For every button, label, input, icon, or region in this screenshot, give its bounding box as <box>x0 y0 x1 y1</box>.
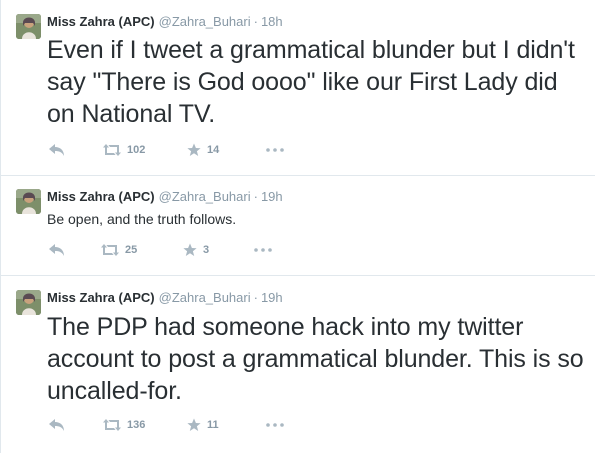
tweet-timestamp[interactable]: 19h <box>261 189 283 204</box>
retweet-count: 136 <box>127 419 146 431</box>
more-button[interactable] <box>266 142 284 158</box>
reply-icon <box>49 418 64 431</box>
tweet-item[interactable]: Miss Zahra (APC) @Zahra_Buhari · 18h Even i… <box>1 0 595 176</box>
author-name[interactable]: Miss Zahra (APC) <box>47 189 155 204</box>
separator: · <box>253 290 258 305</box>
avatar[interactable] <box>16 290 41 315</box>
star-icon <box>187 418 201 431</box>
author-handle[interactable]: @Zahra_Buhari <box>159 290 251 305</box>
tweet-item[interactable]: Miss Zahra (APC) @Zahra_Buhari · 19h The PD… <box>1 276 595 453</box>
favorite-button[interactable]: 14 <box>187 142 219 158</box>
star-icon <box>183 243 197 256</box>
author-handle[interactable]: @Zahra_Buhari <box>159 189 251 204</box>
reply-icon <box>49 143 64 156</box>
tweet-text: Be open, and the truth follows. <box>47 211 237 227</box>
avatar[interactable] <box>16 14 41 39</box>
favorite-button[interactable]: 3 <box>183 242 209 258</box>
favorite-count: 3 <box>203 244 210 256</box>
favorite-count: 14 <box>207 144 220 156</box>
retweet-button[interactable]: 136 <box>103 417 145 433</box>
tweet-timestamp[interactable]: 18h <box>261 14 283 29</box>
tweet-header: Miss Zahra (APC) @Zahra_Buhari · 18h <box>47 14 283 30</box>
author-name[interactable]: Miss Zahra (APC) <box>47 14 155 29</box>
tweet-timestamp[interactable]: 19h <box>261 290 283 305</box>
retweet-button[interactable]: 102 <box>103 142 145 158</box>
tweet-timeline: Miss Zahra (APC) @Zahra_Buhari · 18h Even i… <box>0 0 595 453</box>
separator: · <box>253 189 258 204</box>
more-icon <box>266 423 284 427</box>
favorite-count: 11 <box>207 419 219 431</box>
favorite-button[interactable]: 11 <box>187 417 219 433</box>
author-name[interactable]: Miss Zahra (APC) <box>47 290 155 305</box>
more-button[interactable] <box>254 242 272 258</box>
tweet-text: The PDP had someone hack into my twitter… <box>47 313 584 405</box>
retweet-button[interactable]: 25 <box>101 242 137 258</box>
separator: · <box>253 14 258 29</box>
tweet-item[interactable]: Miss Zahra (APC) @Zahra_Buhari · 19h Be ope… <box>1 176 595 276</box>
reply-button[interactable] <box>49 142 65 158</box>
retweet-icon <box>103 144 121 156</box>
reply-button[interactable] <box>49 417 65 433</box>
star-icon <box>187 143 201 156</box>
tweet-header: Miss Zahra (APC) @Zahra_Buhari · 19h <box>47 290 283 306</box>
avatar[interactable] <box>16 189 41 214</box>
reply-icon <box>49 243 64 256</box>
more-icon <box>266 148 284 152</box>
author-handle[interactable]: @Zahra_Buhari <box>159 14 251 29</box>
more-button[interactable] <box>266 417 284 433</box>
retweet-icon <box>101 244 119 256</box>
retweet-count: 102 <box>127 144 146 156</box>
reply-button[interactable] <box>49 242 65 258</box>
tweet-text: Even if I tweet a grammatical blunder bu… <box>47 36 575 128</box>
retweet-icon <box>103 419 121 431</box>
retweet-count: 25 <box>125 244 138 256</box>
tweet-header: Miss Zahra (APC) @Zahra_Buhari · 19h <box>47 189 283 205</box>
more-icon <box>254 248 272 252</box>
